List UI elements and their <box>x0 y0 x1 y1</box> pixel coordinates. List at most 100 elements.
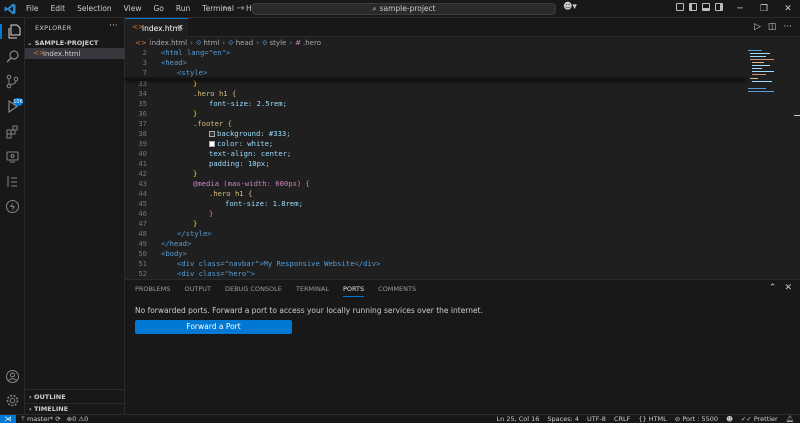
line-number: 41 <box>138 159 147 168</box>
tab-label: index.html <box>142 24 182 33</box>
status-bar: ⋊ ᛘ master* ⟳ ⊗0 ⚠0 Ln 25, Col 16 Spaces… <box>0 414 800 423</box>
code-text: text-align: center; <box>209 149 292 158</box>
menu-view[interactable]: View <box>118 0 148 18</box>
code-line: 48 </style> <box>125 229 745 239</box>
line-number: 2 <box>142 48 147 57</box>
error-count: 0 <box>72 415 77 423</box>
scrollbar-marker[interactable] <box>794 115 800 116</box>
run-icon[interactable]: ▷ <box>754 22 761 32</box>
file-item-index-html[interactable]: <> index.html <box>25 48 125 59</box>
window-controls: ─ ❐ ✕ <box>728 0 800 18</box>
forward-port-button[interactable]: Forward a Port <box>135 320 292 334</box>
language-mode-label: HTML <box>648 415 667 423</box>
back-arrow-icon[interactable]: ← <box>222 3 230 14</box>
notifications-bell-icon[interactable]: 🔔︎ <box>786 415 794 423</box>
menu-file[interactable]: File <box>20 0 45 18</box>
code-text: } <box>193 79 198 88</box>
code-line: 2 <html lang="en"> <box>125 48 745 58</box>
close-tab-icon[interactable]: ✕ <box>177 23 184 32</box>
code-line: 46} <box>125 209 745 219</box>
code-line: 41 padding: 10px; <box>125 159 745 169</box>
more-actions-icon[interactable]: ··· <box>783 22 792 32</box>
minimap-line <box>752 81 772 82</box>
toggle-primary-sidebar-icon[interactable] <box>689 3 697 11</box>
close-panel-icon[interactable]: ✕ <box>784 283 792 293</box>
close-window-icon[interactable]: ✕ <box>776 0 800 18</box>
layout-controls <box>676 3 723 11</box>
panel-tabs: PROBLEMS OUTPUT DEBUG CONSOLE TERMINAL P… <box>135 285 416 297</box>
code-line: 34 .hero h1 { <box>125 89 745 99</box>
line-number: 33 <box>138 79 147 88</box>
source-control-icon[interactable] <box>5 74 20 89</box>
prettier-status[interactable]: ✓✓ Prettier <box>741 415 778 423</box>
menu-edit[interactable]: Edit <box>45 0 72 18</box>
menu-selection[interactable]: Selection <box>71 0 118 18</box>
branch-status[interactable]: ᛘ master* ⟳ <box>21 415 61 423</box>
run-debug-icon[interactable] <box>5 99 20 114</box>
tab-debug-console[interactable]: DEBUG CONSOLE <box>225 285 282 297</box>
line-number: 49 <box>138 239 147 248</box>
maximize-panel-icon[interactable]: ⌃ <box>769 283 777 293</box>
copilot-status-icon[interactable]: ☻ <box>726 415 733 423</box>
toggle-secondary-sidebar-icon[interactable] <box>715 3 723 11</box>
tab-ports[interactable]: PORTS <box>342 285 365 297</box>
search-icon[interactable] <box>5 49 20 64</box>
line-endings[interactable]: CRLF <box>614 415 630 423</box>
remote-explorer-icon[interactable] <box>5 149 20 164</box>
command-center-search[interactable]: ⌕ sample-project <box>252 3 556 15</box>
account-icon[interactable] <box>5 369 20 384</box>
remote-indicator-icon[interactable]: ⋊ <box>0 415 16 423</box>
outline-section[interactable]: › OUTLINE <box>29 393 66 401</box>
more-actions-icon[interactable]: ··· <box>109 21 118 31</box>
breadcrumb-item[interactable]: style <box>270 39 287 47</box>
status-right: Ln 25, Col 16 Spaces: 4 UTF-8 CRLF {} HT… <box>497 415 794 423</box>
settings-gear-icon[interactable] <box>5 393 20 408</box>
problems-status[interactable]: ⊗0 ⚠0 <box>67 415 89 423</box>
project-folder[interactable]: ⌄ SAMPLE-PROJECT <box>27 39 98 47</box>
explorer-icon[interactable] <box>0 24 22 39</box>
timeline-section[interactable]: › TIMELINE <box>29 405 68 413</box>
line-number: 42 <box>138 169 147 178</box>
line-number: 35 <box>138 99 147 108</box>
live-server-port[interactable]: ⊘ Port : 5500 <box>675 415 718 423</box>
live-server-icon[interactable] <box>5 199 20 214</box>
chevron-down-icon: ⌄ <box>27 39 35 47</box>
code-text: <div class="hero"> <box>177 269 255 277</box>
customize-layout-icon[interactable] <box>676 3 684 11</box>
breadcrumb-item[interactable]: index.html <box>150 39 187 47</box>
tab-terminal[interactable]: TERMINAL <box>296 285 329 297</box>
restore-icon[interactable]: ❐ <box>752 0 776 18</box>
testing-icon[interactable] <box>5 174 20 189</box>
breadcrumb-item[interactable]: html <box>203 39 219 47</box>
indentation[interactable]: Spaces: 4 <box>547 415 579 423</box>
line-number: 38 <box>138 129 147 138</box>
toggle-panel-icon[interactable] <box>702 3 710 11</box>
tab-problems[interactable]: PROBLEMS <box>135 285 170 297</box>
forward-arrow-icon[interactable]: → <box>236 3 244 14</box>
copilot-icon[interactable]: ☻▾ <box>563 2 577 12</box>
timeline-section-label: TIMELINE <box>33 405 69 413</box>
tab-comments[interactable]: COMMENTS <box>378 285 416 297</box>
code-editor[interactable]: 2 <html lang="en"> 3 <head> 7 <style> 33} 3… <box>125 48 745 277</box>
command-center-label: sample-project <box>379 4 436 13</box>
minimap-line <box>748 88 766 89</box>
split-editor-icon[interactable]: ◫ <box>768 22 777 32</box>
line-number: 3 <box>142 58 147 67</box>
color-swatch[interactable] <box>209 141 215 147</box>
color-swatch[interactable] <box>209 131 215 137</box>
menu-run[interactable]: Run <box>170 0 196 18</box>
breadcrumb-item[interactable]: .hero <box>303 39 321 47</box>
encoding[interactable]: UTF-8 <box>587 415 606 423</box>
code-text: <head> <box>161 58 187 67</box>
tab-output[interactable]: OUTPUT <box>184 285 211 297</box>
extensions-icon[interactable] <box>5 124 20 139</box>
cursor-position[interactable]: Ln 25, Col 16 <box>497 415 540 423</box>
menu-go[interactable]: Go <box>147 0 169 18</box>
line-number: 45 <box>138 199 147 208</box>
code-line: 33} <box>125 79 745 89</box>
minimap[interactable] <box>745 48 800 277</box>
language-mode[interactable]: {} HTML <box>638 415 666 423</box>
breadcrumb-item[interactable]: head <box>236 39 253 47</box>
minimize-icon[interactable]: ─ <box>728 0 752 18</box>
tab-index-html[interactable]: <> index.html ✕ <box>125 18 188 37</box>
